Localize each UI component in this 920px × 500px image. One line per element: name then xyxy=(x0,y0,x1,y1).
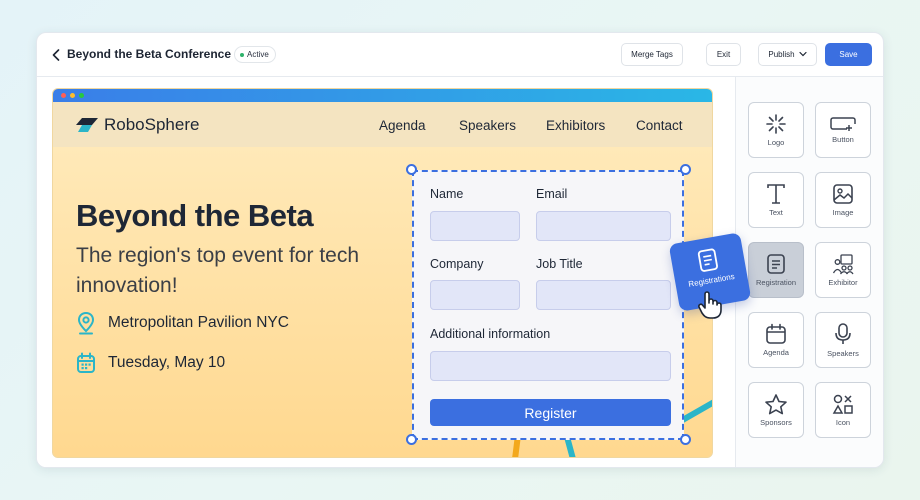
back-icon[interactable] xyxy=(49,46,63,64)
email-label: Email xyxy=(536,187,568,201)
button-icon xyxy=(830,117,856,131)
merge-tags-button[interactable]: Merge Tags xyxy=(621,43,683,66)
date-text: Tuesday, May 10 xyxy=(108,354,226,371)
component-icon[interactable]: Icon xyxy=(815,382,871,438)
tile-label-exhibitor: Exhibitor xyxy=(828,278,858,287)
status-label: Active xyxy=(247,50,269,59)
nav-contact[interactable]: Contact xyxy=(636,118,683,133)
date-row: Tuesday, May 10 xyxy=(76,352,225,374)
register-button[interactable]: Register xyxy=(430,399,671,426)
hand-pointer-icon xyxy=(697,290,723,325)
tile-label-agenda: Agenda xyxy=(763,348,789,357)
name-label: Name xyxy=(430,187,464,201)
text-icon xyxy=(767,184,785,204)
registration-icon xyxy=(767,254,785,274)
nav-exhibitors[interactable]: Exhibitors xyxy=(546,118,605,133)
hero-headline: Beyond the Beta xyxy=(76,198,314,233)
minimize-dot-icon xyxy=(70,93,75,98)
additional-info-field[interactable] xyxy=(430,351,671,381)
registration-form-block[interactable]: Name Email Company Job Title Additional … xyxy=(412,170,684,440)
site-navbar: RoboSphere Agenda Speakers Exhibitors Co… xyxy=(53,102,712,147)
tile-label-button: Button xyxy=(832,135,854,144)
image-icon xyxy=(833,184,853,204)
close-dot-icon xyxy=(61,93,66,98)
component-exhibitor[interactable]: Exhibitor xyxy=(815,242,871,298)
tile-label-image: Image xyxy=(832,208,854,217)
component-logo[interactable]: Logo xyxy=(748,102,804,158)
status-dot-icon xyxy=(240,52,244,57)
exhibitor-icon xyxy=(832,254,854,275)
component-sponsors[interactable]: Sponsors xyxy=(748,382,804,438)
nav-speakers[interactable]: Speakers xyxy=(459,118,516,133)
resize-handle-top-left[interactable] xyxy=(406,164,417,175)
component-speakers[interactable]: Speakers xyxy=(815,312,871,368)
dragged-card-label: Registrations xyxy=(687,271,736,289)
exit-button[interactable]: Exit xyxy=(706,43,741,66)
tile-label-text: Text xyxy=(769,208,783,217)
tile-label-registration: Registration xyxy=(755,278,797,287)
resize-handle-top-right[interactable] xyxy=(680,164,691,175)
name-field[interactable] xyxy=(430,211,520,241)
status-badge: Active xyxy=(234,46,276,63)
editor-window: Beyond the Beta Conference Active Merge … xyxy=(36,32,884,468)
company-label: Company xyxy=(430,257,484,271)
location-pin-icon xyxy=(77,311,95,335)
editor-canvas: RoboSphere Agenda Speakers Exhibitors Co… xyxy=(37,77,735,467)
tile-label-logo: Logo xyxy=(767,138,785,147)
page-title: Beyond the Beta Conference xyxy=(67,47,232,61)
chevron-down-icon xyxy=(799,50,807,59)
location-text: Metropolitan Pavilion NYC xyxy=(108,314,289,331)
tile-label-sponsors: Sponsors xyxy=(760,418,792,427)
tile-label-icon: Icon xyxy=(835,418,851,427)
register-label: Register xyxy=(524,404,577,421)
browser-titlebar xyxy=(53,89,712,102)
merge-tags-label: Merge Tags xyxy=(631,50,673,59)
calendar-icon xyxy=(77,352,95,373)
top-bar: Beyond the Beta Conference Active Merge … xyxy=(37,33,883,77)
component-text[interactable]: Text xyxy=(748,172,804,228)
email-field[interactable] xyxy=(536,211,671,241)
sponsors-icon xyxy=(765,394,787,415)
registration-form-icon xyxy=(697,248,718,272)
save-button[interactable]: Save xyxy=(825,43,872,66)
agenda-icon xyxy=(766,323,786,344)
save-label: Save xyxy=(839,50,858,59)
publish-button[interactable]: Publish xyxy=(758,43,817,66)
location-row: Metropolitan Pavilion NYC xyxy=(76,311,289,335)
robosphere-logo-icon xyxy=(76,118,98,132)
additional-info-label: Additional information xyxy=(430,327,551,341)
component-registration[interactable]: Registration xyxy=(748,242,804,298)
resize-handle-bottom-left[interactable] xyxy=(406,434,417,445)
exit-label: Exit xyxy=(716,50,731,59)
components-panel: Logo Button Text Image Registration Exhi… xyxy=(735,77,883,467)
publish-label: Publish xyxy=(768,50,795,59)
website-preview: RoboSphere Agenda Speakers Exhibitors Co… xyxy=(52,88,713,458)
speakers-icon xyxy=(835,323,851,344)
company-field[interactable] xyxy=(430,280,520,310)
site-logo[interactable]: RoboSphere xyxy=(76,115,199,135)
brand-name: RoboSphere xyxy=(104,115,200,134)
maximize-dot-icon xyxy=(79,93,84,98)
logo-icon xyxy=(766,114,786,134)
hero-subheadline: The region's top event for tech innovati… xyxy=(76,244,360,297)
shapes-icon xyxy=(832,394,853,414)
job-title-label: Job Title xyxy=(536,257,583,271)
tile-label-speakers: Speakers xyxy=(827,349,859,358)
component-button[interactable]: Button xyxy=(815,102,871,158)
resize-handle-bottom-right[interactable] xyxy=(680,434,691,445)
job-title-field[interactable] xyxy=(536,280,671,310)
nav-agenda[interactable]: Agenda xyxy=(379,118,426,133)
component-agenda[interactable]: Agenda xyxy=(748,312,804,368)
component-image[interactable]: Image xyxy=(815,172,871,228)
